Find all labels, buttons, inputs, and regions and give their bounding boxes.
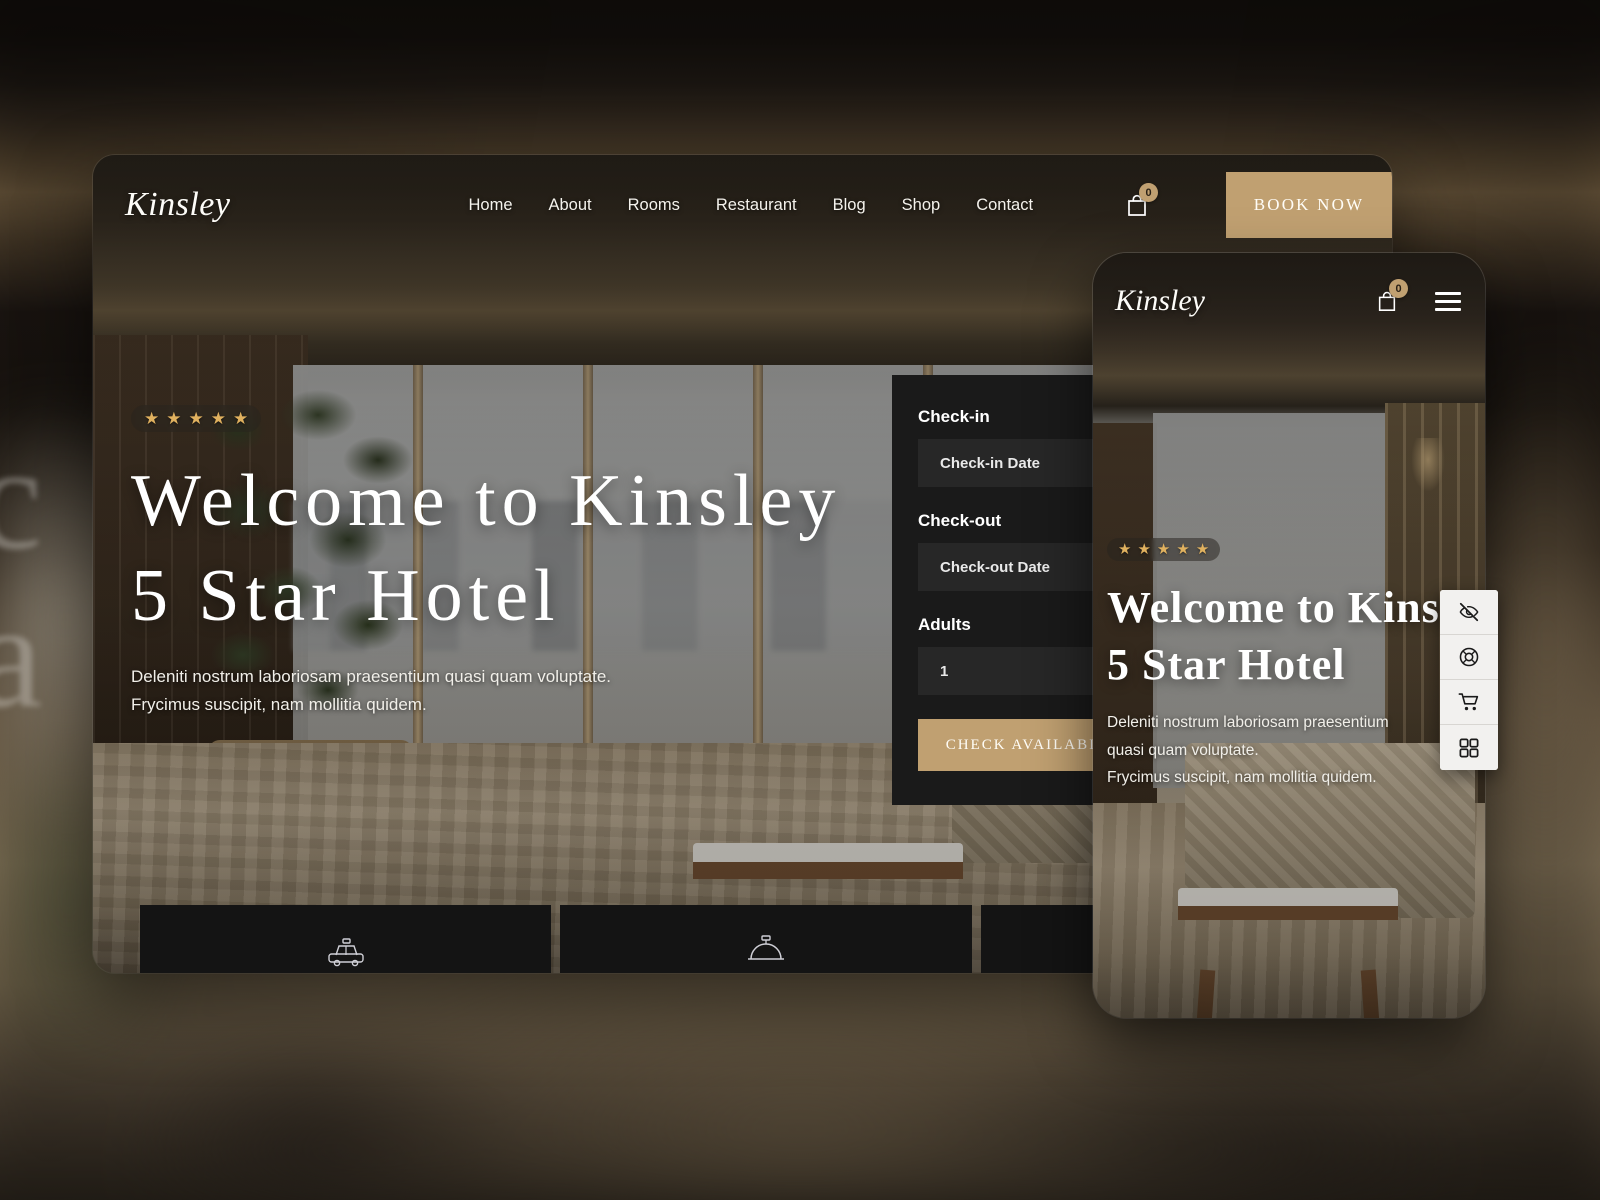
desktop-cart-button[interactable]: 0 xyxy=(1115,183,1159,227)
mobile-mockup: Kinsley 0 ★ ★ ★ ★ ★ Welcome to Kinsley 5… xyxy=(1093,253,1485,1018)
hamburger-menu-icon[interactable] xyxy=(1435,291,1461,311)
hero-paragraph-line-1: Deleniti nostrum laboriosam praesentium … xyxy=(131,667,612,687)
book-now-button[interactable]: BOOK NOW xyxy=(1226,172,1392,238)
feature-item-taxi[interactable] xyxy=(140,905,552,973)
ghost-line-2: a xyxy=(0,572,47,739)
desktop-header: Kinsley Home About Rooms Restaurant Blog… xyxy=(93,155,1392,255)
mobile-hero-title: Welcome to Kinsley 5 Star Hotel xyxy=(1107,579,1485,693)
mobile-header: Kinsley 0 xyxy=(1093,253,1485,349)
hamburger-bar xyxy=(1435,291,1461,295)
page-root: c a Kinsley Home About Rooms Restaurant … xyxy=(0,0,1600,1200)
mobile-paragraph-line-2: quasi quam voluptate. xyxy=(1107,741,1259,759)
nav-item-about[interactable]: About xyxy=(549,196,592,215)
mobile-hero-content: ★ ★ ★ ★ ★ Welcome to Kinsley 5 Star Hote… xyxy=(1093,538,1485,791)
mobile-header-actions: 0 xyxy=(1365,279,1461,323)
mobile-hero-title-line-1: Welcome to Kinsley xyxy=(1107,583,1485,632)
desktop-hero-title: Welcome to Kinsley 5 Star Hotel xyxy=(131,454,971,643)
background-ghost-text: c a xyxy=(0,415,47,739)
desktop-hero-paragraph: Deleniti nostrum laboriosam praesentium … xyxy=(131,663,971,719)
star-icon: ★ xyxy=(1195,541,1210,558)
nav-item-blog[interactable]: Blog xyxy=(833,196,866,215)
hamburger-bar xyxy=(1435,307,1461,311)
hero-title-line-2: 5 Star Hotel xyxy=(131,554,561,637)
mobile-cart-button[interactable]: 0 xyxy=(1365,279,1409,323)
nav-item-rooms[interactable]: Rooms xyxy=(628,196,680,215)
nav-item-contact[interactable]: Contact xyxy=(976,196,1033,215)
star-icon: ★ xyxy=(210,409,226,428)
star-icon: ★ xyxy=(233,409,249,428)
life-ring-icon xyxy=(1459,647,1479,667)
room-service-icon xyxy=(747,935,784,960)
mobile-cart-badge: 0 xyxy=(1389,279,1408,298)
desktop-header-actions: 0 BOOK NOW xyxy=(1115,172,1392,238)
mobile-rating-badge: ★ ★ ★ ★ ★ xyxy=(1107,538,1221,561)
grid-apps-icon xyxy=(1459,738,1479,757)
mobile-hero-paragraph: Deleniti nostrum laboriosam praesentium … xyxy=(1107,709,1469,790)
toolbar-apps-button[interactable] xyxy=(1440,725,1498,770)
mobile-logo[interactable]: Kinsley xyxy=(1115,284,1205,318)
star-icon: ★ xyxy=(1176,541,1190,558)
desktop-cart-badge: 0 xyxy=(1139,183,1158,202)
star-icon: ★ xyxy=(144,409,160,428)
taxi-icon xyxy=(327,938,364,967)
star-icon: ★ xyxy=(1156,541,1171,558)
hamburger-bar xyxy=(1435,299,1461,303)
mobile-hero-title-line-2: 5 Star Hotel xyxy=(1107,640,1346,690)
mobile-paragraph-line-3: Frycimus suscipit, nam mollitia quidem. xyxy=(1107,768,1377,786)
eye-slash-icon xyxy=(1459,602,1479,622)
shopping-cart-icon xyxy=(1458,693,1478,711)
star-icon: ★ xyxy=(1137,541,1151,558)
nav-item-shop[interactable]: Shop xyxy=(902,196,941,215)
toolbar-support-button[interactable] xyxy=(1440,635,1498,680)
floating-side-toolbar xyxy=(1440,590,1498,770)
toolbar-hide-preview-button[interactable] xyxy=(1440,590,1498,635)
mobile-paragraph-line-1: Deleniti nostrum laboriosam praesentium xyxy=(1107,714,1389,732)
hero-paragraph-line-2: Frycimus suscipit, nam mollitia quidem. xyxy=(131,695,427,715)
desktop-rating-badge: ★ ★ ★ ★ ★ xyxy=(131,405,262,432)
hero-title-line-1: Welcome to Kinsley xyxy=(131,460,842,542)
nav-item-home[interactable]: Home xyxy=(468,196,512,215)
nav-item-restaurant[interactable]: Restaurant xyxy=(716,196,797,215)
desktop-hero-content: ★ ★ ★ ★ ★ Welcome to Kinsley 5 Star Hote… xyxy=(131,405,971,720)
star-icon: ★ xyxy=(1118,541,1132,558)
star-icon: ★ xyxy=(166,409,182,428)
feature-item-room-service[interactable] xyxy=(560,905,972,973)
desktop-nav: Home About Rooms Restaurant Blog Shop Co… xyxy=(468,196,1033,215)
desktop-logo[interactable]: Kinsley xyxy=(125,186,230,224)
ghost-line-1: c xyxy=(0,415,47,581)
toolbar-cart-button[interactable] xyxy=(1440,680,1498,725)
star-icon: ★ xyxy=(188,409,204,428)
